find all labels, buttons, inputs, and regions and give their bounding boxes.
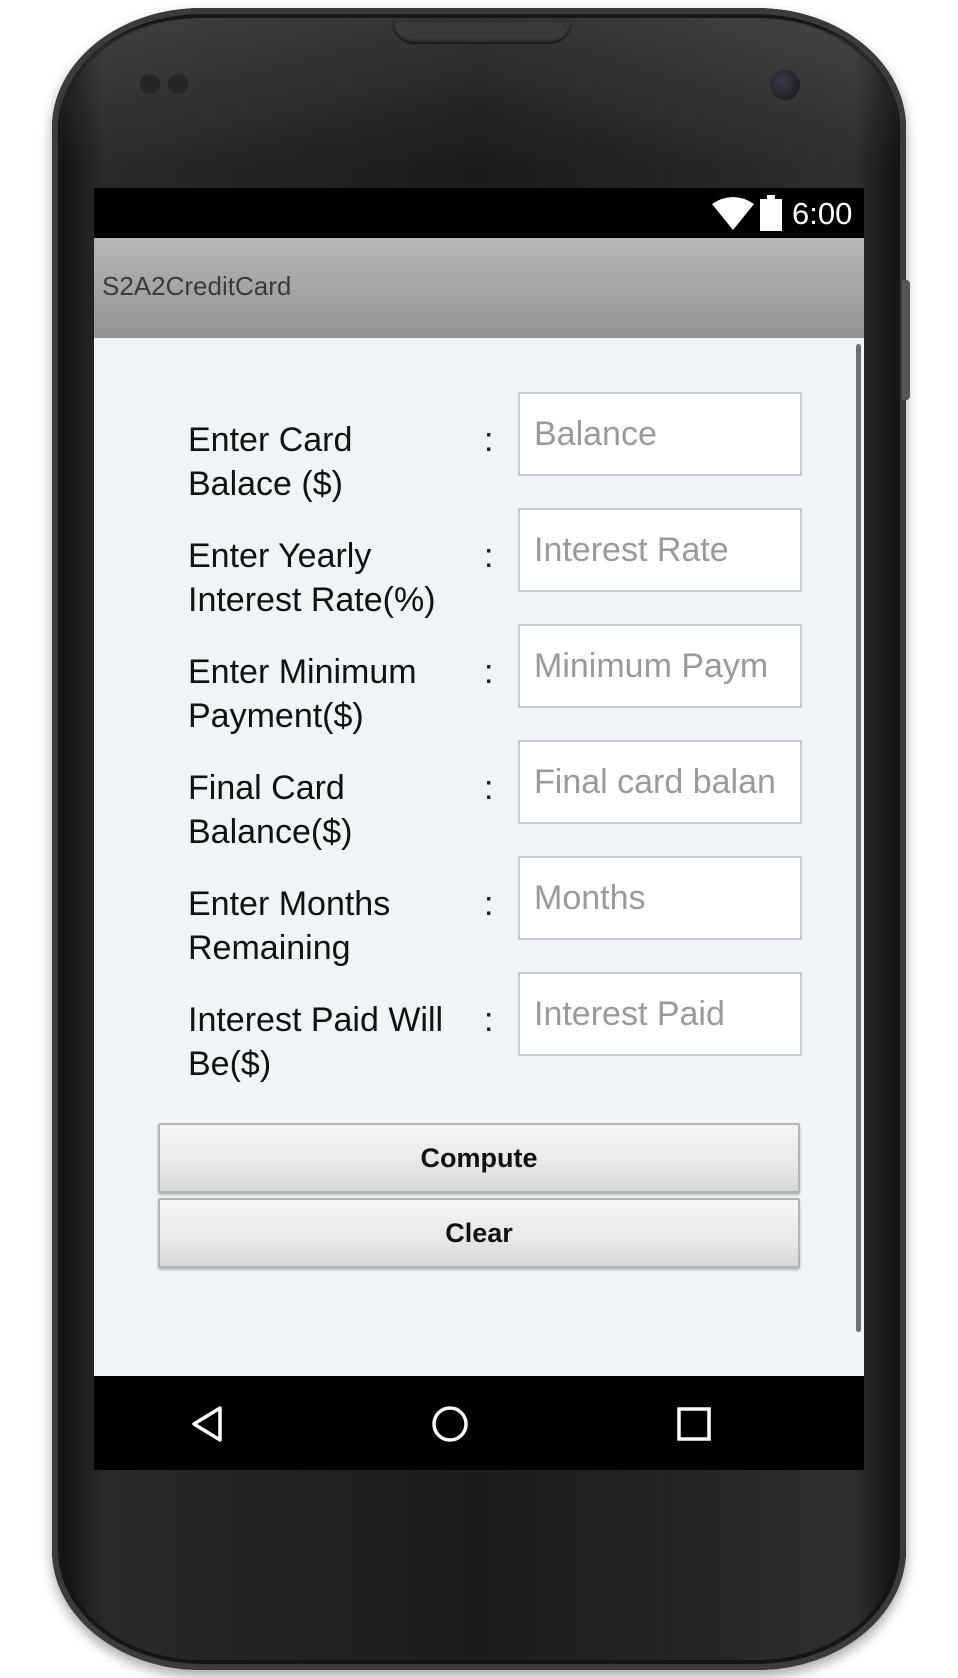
recents-square-icon[interactable] xyxy=(674,1404,714,1444)
interest-rate-separator: : xyxy=(484,537,494,575)
months-label: Enter Months Remaining xyxy=(188,885,391,967)
final-balance-label: Final Card Balance($) xyxy=(188,769,353,851)
minimum-payment-separator: : xyxy=(484,653,494,691)
app-title: S2A2CreditCard xyxy=(102,271,292,301)
interest-paid-separator: : xyxy=(484,1001,494,1039)
status-clock: 6:00 xyxy=(792,196,853,231)
interest-paid-input[interactable] xyxy=(518,972,802,1056)
minimum-payment-row: Enter Minimum Payment($) : xyxy=(94,624,864,740)
clear-button[interactable]: Clear xyxy=(158,1198,800,1268)
interest-rate-row: Enter Yearly Interest Rate(%) : xyxy=(94,508,864,624)
back-triangle-icon[interactable] xyxy=(188,1404,228,1444)
final-balance-row: Final Card Balance($) : xyxy=(94,740,864,856)
balance-row: Enter Card Balace ($) : xyxy=(94,392,864,508)
light-sensor xyxy=(168,74,188,94)
compute-button[interactable]: Compute xyxy=(158,1123,800,1193)
balance-input[interactable] xyxy=(518,392,802,476)
minimum-payment-input[interactable] xyxy=(518,624,802,708)
action-bar: S2A2CreditCard xyxy=(94,238,864,338)
minimum-payment-label: Enter Minimum Payment($) xyxy=(188,653,417,735)
form-content[interactable]: Enter Card Balace ($) : Enter Yearly Int… xyxy=(94,338,864,1376)
interest-paid-label: Interest Paid Will Be($) xyxy=(188,1001,444,1083)
balance-separator: : xyxy=(484,421,494,459)
status-bar: 6:00 xyxy=(94,188,864,238)
months-separator: : xyxy=(484,885,494,923)
interest-paid-row: Interest Paid Will Be($) : xyxy=(94,972,864,1088)
final-balance-separator: : xyxy=(484,769,494,807)
front-camera-icon xyxy=(770,70,800,100)
earpiece-speaker xyxy=(392,22,572,44)
final-balance-input[interactable] xyxy=(518,740,802,824)
interest-rate-label: Enter Yearly Interest Rate(%) xyxy=(188,537,436,619)
navigation-bar xyxy=(94,1376,864,1470)
interest-rate-input[interactable] xyxy=(518,508,802,592)
home-circle-icon[interactable] xyxy=(430,1404,470,1444)
proximity-sensor xyxy=(140,74,160,94)
battery-full-icon xyxy=(760,195,782,231)
device-frame: 6:00 S2A2CreditCard Enter Card Balace ($… xyxy=(0,0,958,1678)
months-input[interactable] xyxy=(518,856,802,940)
power-button[interactable] xyxy=(902,280,910,400)
months-row: Enter Months Remaining : xyxy=(94,856,864,972)
wifi-icon xyxy=(712,197,754,230)
balance-label: Enter Card Balace ($) xyxy=(188,421,353,503)
screen: 6:00 S2A2CreditCard Enter Card Balace ($… xyxy=(94,188,864,1470)
